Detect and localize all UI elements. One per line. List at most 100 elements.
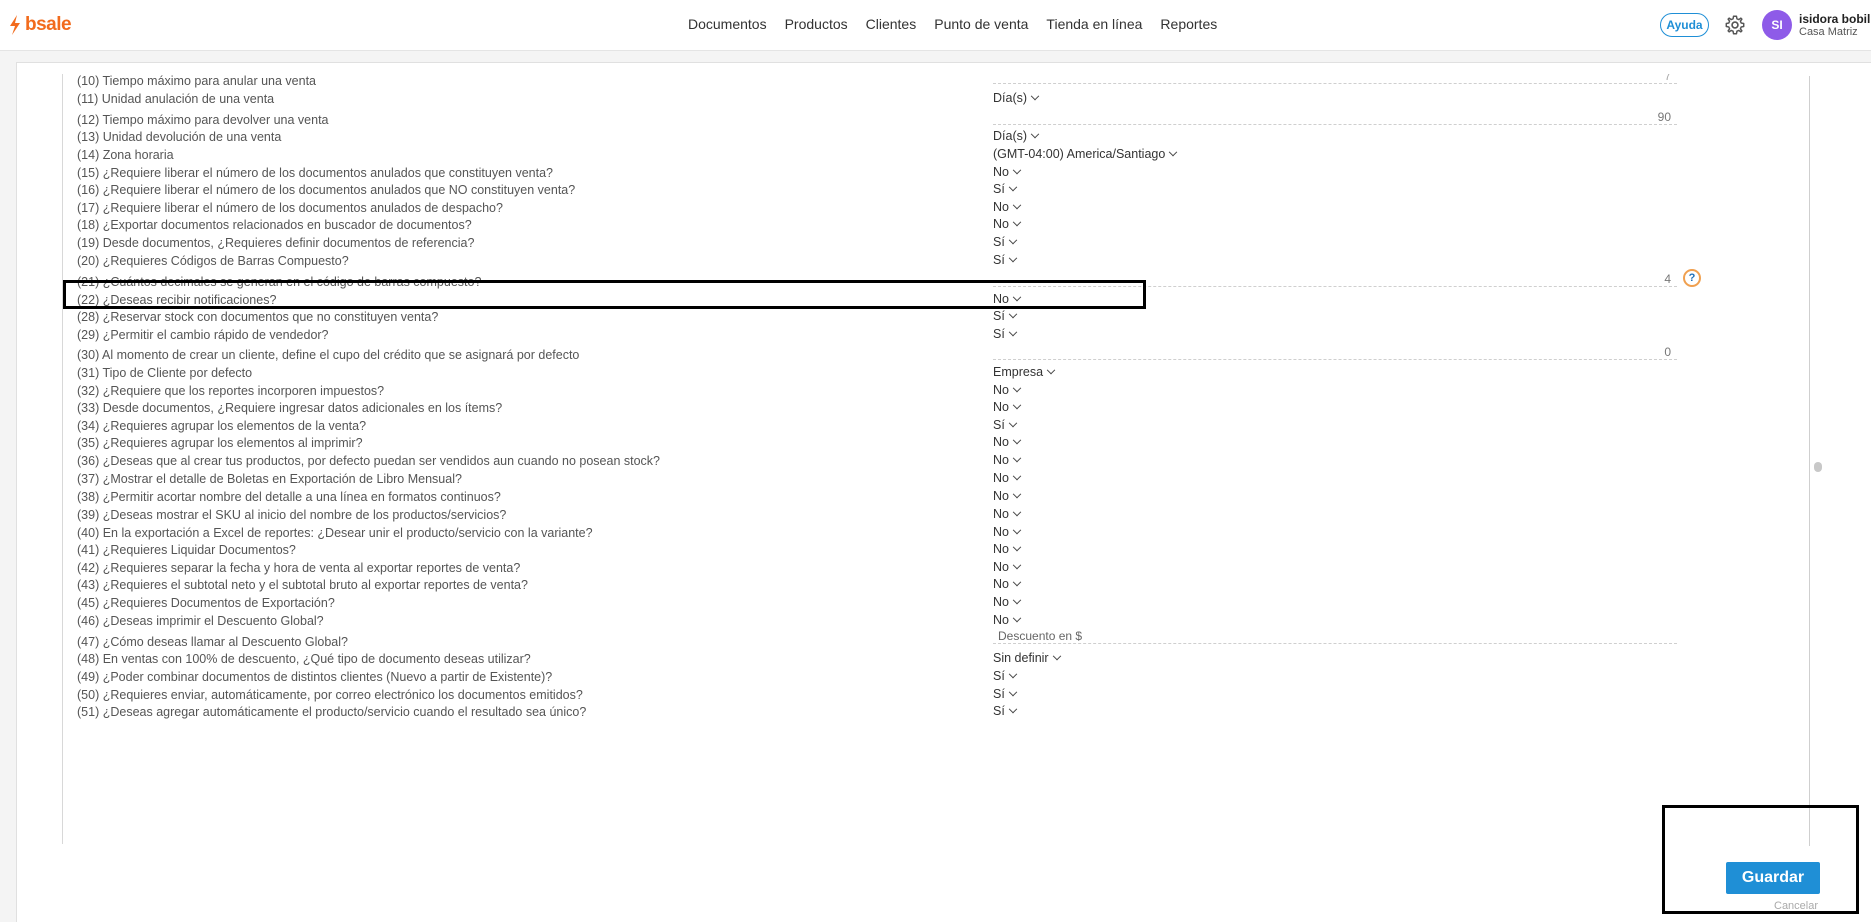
- nav-item-clientes[interactable]: Clientes: [866, 16, 917, 32]
- setting-row: (35) ¿Requieres agrupar los elementos al…: [63, 434, 1763, 454]
- setting-select[interactable]: Sí: [993, 252, 1018, 268]
- scrollbar-thumb[interactable]: [1814, 462, 1822, 472]
- setting-number-input[interactable]: 90: [993, 109, 1677, 125]
- brand-name: bsale: [25, 14, 72, 35]
- setting-label: (48) En ventas con 100% de descuento, ¿Q…: [77, 652, 531, 666]
- setting-label: (37) ¿Mostrar el detalle de Boletas en E…: [77, 472, 462, 486]
- scrollbar-track[interactable]: [1809, 76, 1810, 846]
- setting-label: (38) ¿Permitir acortar nombre del detall…: [77, 490, 501, 504]
- setting-select[interactable]: Sí: [993, 686, 1018, 702]
- help-button[interactable]: Ayuda: [1660, 13, 1709, 37]
- setting-row: (49) ¿Poder combinar documentos de disti…: [63, 668, 1763, 688]
- setting-select-value: No: [993, 400, 1009, 414]
- setting-select[interactable]: No: [993, 576, 1022, 592]
- save-button[interactable]: Guardar: [1726, 862, 1820, 894]
- setting-select[interactable]: Sí: [993, 703, 1018, 719]
- setting-select-value: No: [993, 577, 1009, 591]
- setting-select[interactable]: Día(s): [993, 128, 1040, 144]
- setting-select-value: No: [993, 560, 1009, 574]
- setting-select[interactable]: Empresa: [993, 364, 1056, 380]
- setting-number-input[interactable]: 7: [993, 74, 1677, 84]
- setting-label: (34) ¿Requieres agrupar los elementos de…: [77, 419, 367, 433]
- setting-row: (28) ¿Reservar stock con documentos que …: [63, 308, 1763, 328]
- setting-select[interactable]: No: [993, 216, 1022, 232]
- gear-icon[interactable]: [1724, 14, 1746, 36]
- setting-select[interactable]: Sí: [993, 668, 1018, 684]
- chevron-down-icon: [1030, 129, 1040, 139]
- setting-row: (16) ¿Requiere liberar el número de los …: [63, 181, 1763, 201]
- setting-select-value: No: [993, 595, 1009, 609]
- setting-select[interactable]: No: [993, 291, 1022, 307]
- setting-select-value: Día(s): [993, 129, 1028, 143]
- settings-rows: (10) Tiempo máximo para anular una venta…: [63, 74, 1825, 844]
- setting-select[interactable]: No: [993, 399, 1022, 415]
- setting-select[interactable]: No: [993, 488, 1022, 504]
- setting-select-value: No: [993, 383, 1009, 397]
- bsale-logo[interactable]: bsale: [8, 13, 72, 37]
- main-nav: Documentos Productos Clientes Punto de v…: [688, 16, 1235, 32]
- setting-select[interactable]: No: [993, 594, 1022, 610]
- chevron-down-icon: [1012, 560, 1022, 570]
- nav-item-punto-de-venta[interactable]: Punto de venta: [934, 16, 1028, 32]
- help-question-icon[interactable]: ?: [1683, 269, 1701, 287]
- nav-item-productos[interactable]: Productos: [785, 16, 848, 32]
- setting-select[interactable]: Sí: [993, 308, 1018, 324]
- setting-row: (14) Zona horaria (GMT-04:00) America/San…: [63, 146, 1763, 166]
- setting-label: (21) ¿Cuántos decimales se generan en el…: [77, 275, 482, 289]
- nav-item-reportes[interactable]: Reportes: [1160, 16, 1217, 32]
- chevron-down-icon: [1012, 577, 1022, 587]
- setting-select[interactable]: No: [993, 164, 1022, 180]
- setting-label: (40) En la exportación a Excel de report…: [77, 526, 593, 540]
- setting-label: (33) Desde documentos, ¿Requiere ingresa…: [77, 401, 503, 415]
- setting-select-value: No: [993, 613, 1009, 627]
- setting-row: (11) Unidad anulación de una venta Día(s): [63, 90, 1763, 110]
- cancel-link[interactable]: Cancelar: [1774, 900, 1818, 912]
- setting-number-input[interactable]: 0: [993, 344, 1677, 360]
- setting-select[interactable]: Sí: [993, 417, 1018, 433]
- setting-row: (36) ¿Deseas que al crear tus productos,…: [63, 452, 1763, 472]
- setting-number-input[interactable]: 4: [993, 271, 1677, 287]
- setting-select[interactable]: No: [993, 612, 1022, 628]
- setting-row: (18) ¿Exportar documentos relacionados e…: [63, 216, 1763, 236]
- setting-select-value: No: [993, 453, 1009, 467]
- setting-label: (45) ¿Requieres Documentos de Exportació…: [77, 596, 335, 610]
- setting-select[interactable]: No: [993, 506, 1022, 522]
- setting-select[interactable]: Sí: [993, 234, 1018, 250]
- setting-select[interactable]: No: [993, 199, 1022, 215]
- setting-label: (32) ¿Requiere que los reportes incorpor…: [77, 384, 385, 398]
- setting-row: (21) ¿Cuántos decimales se generan en el…: [63, 269, 1763, 293]
- setting-label: (50) ¿Requieres enviar, automáticamente,…: [77, 688, 583, 702]
- setting-select[interactable]: No: [993, 452, 1022, 468]
- user-name[interactable]: isidora bobill: [1799, 12, 1871, 26]
- setting-select[interactable]: Día(s): [993, 90, 1040, 106]
- setting-select[interactable]: No: [993, 470, 1022, 486]
- setting-select[interactable]: (GMT-04:00) America/Santiago: [993, 146, 1178, 162]
- setting-label: (31) Tipo de Cliente por defecto: [77, 366, 253, 380]
- chevron-down-icon: [1012, 525, 1022, 535]
- setting-select[interactable]: Sin definir: [993, 650, 1061, 666]
- setting-label: (47) ¿Cómo deseas llamar al Descuento Gl…: [77, 635, 348, 649]
- setting-select[interactable]: No: [993, 559, 1022, 575]
- setting-label: (18) ¿Exportar documentos relacionados e…: [77, 218, 472, 232]
- setting-select[interactable]: Sí: [993, 326, 1018, 342]
- setting-select-value: No: [993, 525, 1009, 539]
- setting-select-value: No: [993, 507, 1009, 521]
- setting-select[interactable]: Sí: [993, 181, 1018, 197]
- setting-label: (35) ¿Requieres agrupar los elementos al…: [77, 436, 363, 450]
- setting-row: (51) ¿Deseas agregar automáticamente el …: [63, 703, 1763, 723]
- setting-select[interactable]: No: [993, 434, 1022, 450]
- setting-select-value: No: [993, 435, 1009, 449]
- setting-text-input[interactable]: Descuento en $: [993, 628, 1677, 644]
- nav-item-documentos[interactable]: Documentos: [688, 16, 767, 32]
- avatar[interactable]: SI: [1762, 10, 1792, 40]
- setting-label: (42) ¿Requieres separar la fecha y hora …: [77, 561, 521, 575]
- settings-list: (10) Tiempo máximo para anular una venta…: [62, 74, 1825, 844]
- nav-item-tienda-en-linea[interactable]: Tienda en línea: [1046, 16, 1142, 32]
- setting-select[interactable]: No: [993, 382, 1022, 398]
- setting-select[interactable]: No: [993, 541, 1022, 557]
- setting-select[interactable]: No: [993, 524, 1022, 540]
- setting-select-value: Sí: [993, 669, 1005, 683]
- setting-label: (14) Zona horaria: [77, 148, 174, 162]
- chevron-down-icon: [1052, 651, 1061, 661]
- setting-row: (41) ¿Requieres Liquidar Documentos? No: [63, 541, 1763, 561]
